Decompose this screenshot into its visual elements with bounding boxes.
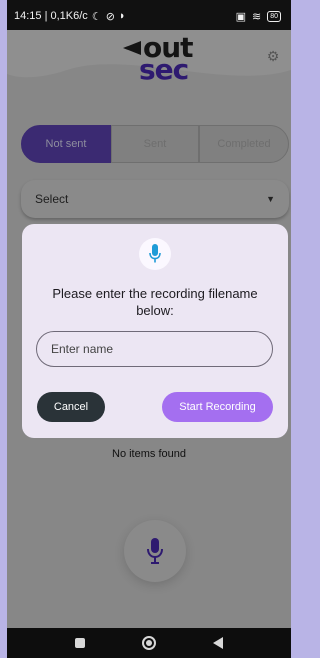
dialog-message: Please enter the recording filename belo… bbox=[52, 286, 258, 318]
empty-list-message: No items found bbox=[112, 448, 186, 460]
microphone-icon bbox=[149, 244, 161, 263]
status-left: 14:15 | 0,1K6/c ☾ ⊘ ◗ bbox=[14, 10, 126, 23]
select-dropdown[interactable]: Select ▼ bbox=[21, 180, 289, 218]
cancel-button[interactable]: Cancel bbox=[37, 392, 105, 422]
start-recording-button[interactable]: Start Recording bbox=[162, 392, 273, 422]
navigation-bar bbox=[7, 628, 291, 658]
back-icon[interactable] bbox=[212, 637, 223, 649]
status-time: 14:15 | 0,1K6/c bbox=[14, 10, 88, 22]
sim-icon: ▣ bbox=[235, 10, 246, 23]
status-bar: 14:15 | 0,1K6/c ☾ ⊘ ◗ ▣ ≋ 80 bbox=[7, 0, 291, 32]
filename-input[interactable] bbox=[36, 331, 273, 367]
tab-label: Not sent bbox=[45, 138, 87, 150]
record-button[interactable] bbox=[124, 520, 186, 582]
gear-icon[interactable]: ⚙ bbox=[263, 46, 283, 66]
status-tabs: Not sent Sent Completed bbox=[21, 125, 289, 163]
microphone-icon bbox=[147, 538, 163, 564]
tab-label: Completed bbox=[217, 138, 271, 150]
night-mode-icon: ☾ bbox=[91, 10, 102, 23]
tab-label: Sent bbox=[143, 138, 167, 150]
select-label: Select bbox=[35, 192, 69, 206]
chevron-down-icon: ▼ bbox=[266, 194, 275, 204]
wifi-icon: ≋ bbox=[251, 10, 262, 23]
app-logo: out sec bbox=[119, 34, 194, 86]
tab-sent[interactable]: Sent bbox=[111, 125, 199, 163]
dialog-icon-badge bbox=[139, 238, 171, 270]
tab-not-sent[interactable]: Not sent bbox=[21, 125, 111, 163]
tab-completed[interactable]: Completed bbox=[199, 125, 289, 163]
recents-icon[interactable] bbox=[75, 638, 86, 648]
recording-dialog: Please enter the recording filename belo… bbox=[22, 224, 288, 438]
data-saver-icon: ⊘ bbox=[105, 10, 115, 23]
status-right: ▣ ≋ 80 bbox=[236, 10, 281, 23]
logo-text-sec: sec bbox=[139, 53, 189, 86]
vpn-icon: ◗ bbox=[118, 10, 126, 22]
battery-icon: 80 bbox=[267, 10, 281, 22]
home-icon[interactable] bbox=[141, 636, 156, 650]
